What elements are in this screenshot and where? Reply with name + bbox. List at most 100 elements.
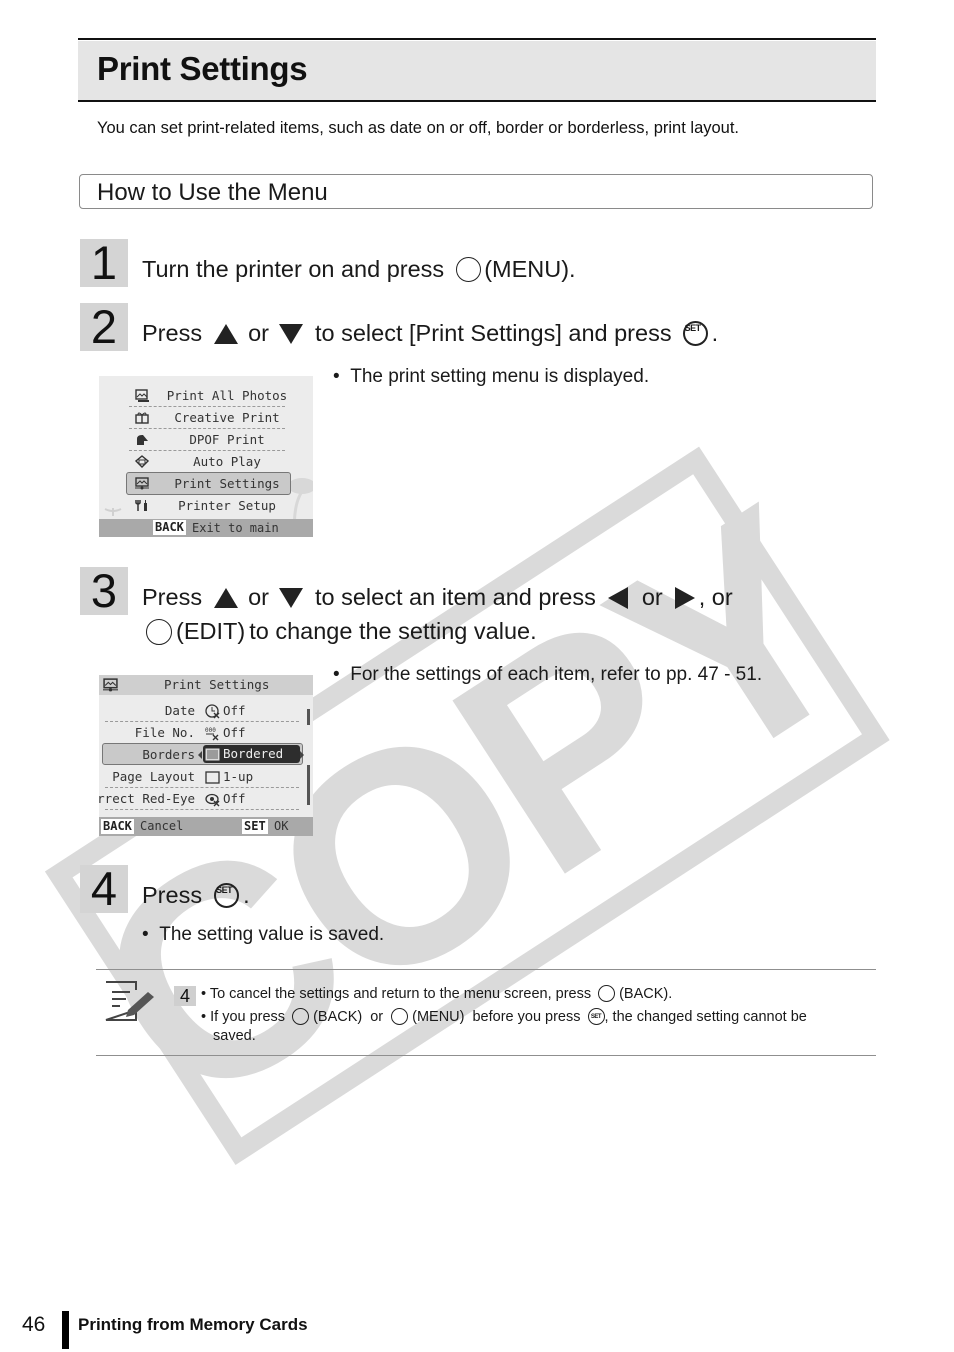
back-key-label: BACK — [101, 819, 134, 834]
up-arrow-icon — [214, 323, 239, 344]
setting-value-group: Off — [205, 788, 246, 810]
note-step-ref: 4 — [174, 986, 196, 1006]
setting-divider — [105, 809, 299, 810]
value-left-arrow-icon[interactable] — [198, 751, 202, 759]
step-1-text-a: Turn the printer on and press — [142, 256, 445, 282]
circle-button-icon — [146, 618, 172, 645]
value-right-arrow-icon[interactable] — [300, 751, 304, 759]
file-no-off-icon: 000 — [205, 727, 219, 740]
note-line-2-a: • If you press — [201, 1008, 286, 1025]
note-rule-bottom — [96, 1055, 876, 1056]
setting-value: Off — [223, 725, 246, 740]
note-line-2-d: (MENU) — [412, 1008, 465, 1025]
note-pencil-icon — [105, 981, 154, 1021]
step-3-line-2: (EDIT) to change the setting value. — [146, 618, 537, 645]
photos-icon — [135, 389, 149, 402]
footer-bar — [62, 1311, 69, 1349]
menu-item-print-all-photos[interactable]: Print All Photos — [99, 385, 313, 407]
bordered-icon — [205, 748, 220, 760]
step-2-text-c: . — [711, 320, 719, 346]
menu-item-auto-play[interactable]: Auto Play — [99, 451, 313, 473]
menu-item-creative-print[interactable]: Creative Print — [99, 407, 313, 429]
tools-icon — [135, 500, 147, 511]
right-arrow-icon — [674, 586, 695, 609]
menu-item-printer-setup[interactable]: Printer Setup — [99, 495, 313, 517]
page-title: Print Settings — [97, 50, 308, 87]
menu-item-label: DPOF Print — [189, 432, 265, 447]
cancel-hint: Cancel — [140, 819, 184, 833]
setting-value: Off — [223, 791, 246, 806]
setting-value-group: 000 Off — [205, 722, 246, 744]
footer-hint: Exit to main display — [192, 521, 279, 535]
set-key-label: SET — [242, 819, 268, 834]
note-line-1-a: • To cancel the settings and return to t… — [201, 985, 592, 1002]
note-line-2-b: (BACK) — [313, 1008, 363, 1025]
note-rule-top — [96, 969, 876, 970]
note-line-2-f: , the changed setting cannot be — [604, 1008, 807, 1025]
menu-item-label: Auto Play — [193, 454, 261, 469]
step-3-text-d: (EDIT) — [176, 618, 246, 644]
title-rule-top — [78, 38, 876, 40]
note-line-2: • If you press (BACK) or (MENU) before y… — [201, 1008, 807, 1025]
setting-label: Page Layout — [112, 769, 195, 784]
menu-item-label: Print All Photos — [166, 388, 288, 403]
setting-row-page-layout[interactable]: Page Layout 1-up — [99, 766, 313, 788]
menu-item-label: Creative Print — [174, 410, 280, 425]
menu-item-print-settings[interactable]: Print Settings — [99, 473, 313, 495]
setting-value-group: Off — [205, 700, 246, 722]
step-2-text: Press or to select [Print Settings] and … — [142, 320, 718, 347]
setting-row-red-eye[interactable]: Correct Red-Eye Off — [99, 788, 313, 810]
step-4-text: Press SET . — [142, 882, 250, 909]
setting-value-selected[interactable]: Bordered — [203, 745, 300, 763]
setting-label: Date — [164, 703, 195, 718]
circle-button-icon — [598, 985, 616, 1002]
setting-label: Borders — [142, 747, 195, 762]
step-4-bullet: • The setting value is saved. — [142, 924, 385, 945]
step-3-bullet: • For the settings of each item, refer t… — [333, 664, 763, 685]
setting-value-group: 1-up — [205, 766, 253, 788]
menu-item-label: Print Settings — [174, 476, 280, 491]
setting-row-file-no[interactable]: File No. 000 Off — [99, 722, 313, 744]
step-4-text-a: Press — [142, 882, 203, 908]
screen-title-bar: Print Settings — [99, 675, 313, 695]
step-3-line-1: Press or to select an item and press or … — [142, 584, 733, 611]
step-2-bullet-text: The print setting menu is displayed. — [350, 366, 650, 387]
up-arrow-icon — [214, 587, 239, 608]
setting-label: File No. — [134, 725, 195, 740]
screen-footer: BACK Exit to main display — [99, 519, 313, 537]
step-2-bullet: • The print setting menu is displayed. — [333, 366, 650, 387]
step-1-text: Turn the printer on and press (MENU). — [142, 256, 576, 283]
setting-row-date[interactable]: Date Off — [99, 700, 313, 722]
set-button-icon: SET — [214, 883, 240, 908]
ok-hint: OK — [274, 819, 289, 833]
section-title: How to Use the Menu — [97, 179, 328, 206]
step-2-text-b: to select [Print Settings] and press — [314, 320, 672, 346]
step-4-bullet-text: The setting value is saved. — [159, 924, 385, 945]
step-number-2: 2 — [80, 303, 128, 351]
setting-value: 1-up — [223, 769, 254, 784]
menu-item-dpof-print[interactable]: DPOF Print — [99, 429, 313, 451]
down-arrow-icon — [278, 587, 303, 608]
step-3-text-e: to change the setting value. — [249, 618, 537, 644]
left-arrow-icon — [607, 586, 628, 609]
setting-value: Off — [223, 703, 246, 718]
circle-button-icon — [456, 257, 482, 282]
step-2-or: or — [248, 320, 269, 346]
auto-play-icon — [135, 455, 149, 468]
set-button-icon: SET — [587, 1008, 605, 1025]
note-line-1-b: (BACK). — [619, 985, 673, 1002]
step-4-text-c: . — [243, 882, 250, 908]
step-1-text-b: (MENU). — [484, 256, 576, 282]
step-3-or-2: or — [641, 584, 663, 610]
note-line-1: • To cancel the settings and return to t… — [201, 985, 672, 1002]
red-eye-off-icon — [205, 793, 220, 806]
step-3-or-1: or — [248, 584, 269, 610]
title-rule-bottom — [78, 100, 876, 102]
screen-footer: BACK Cancel SET OK — [99, 817, 313, 836]
intro-text: You can set print-related items, such as… — [97, 119, 740, 137]
svg-text:000: 000 — [205, 727, 216, 734]
print-settings-screen: Print Settings Date Off File No. 000 Off… — [99, 675, 313, 836]
circle-button-icon — [391, 1008, 409, 1025]
note-line-2-e: before you press — [472, 1008, 581, 1025]
step-3-text-b: to select an item and press — [314, 584, 596, 610]
